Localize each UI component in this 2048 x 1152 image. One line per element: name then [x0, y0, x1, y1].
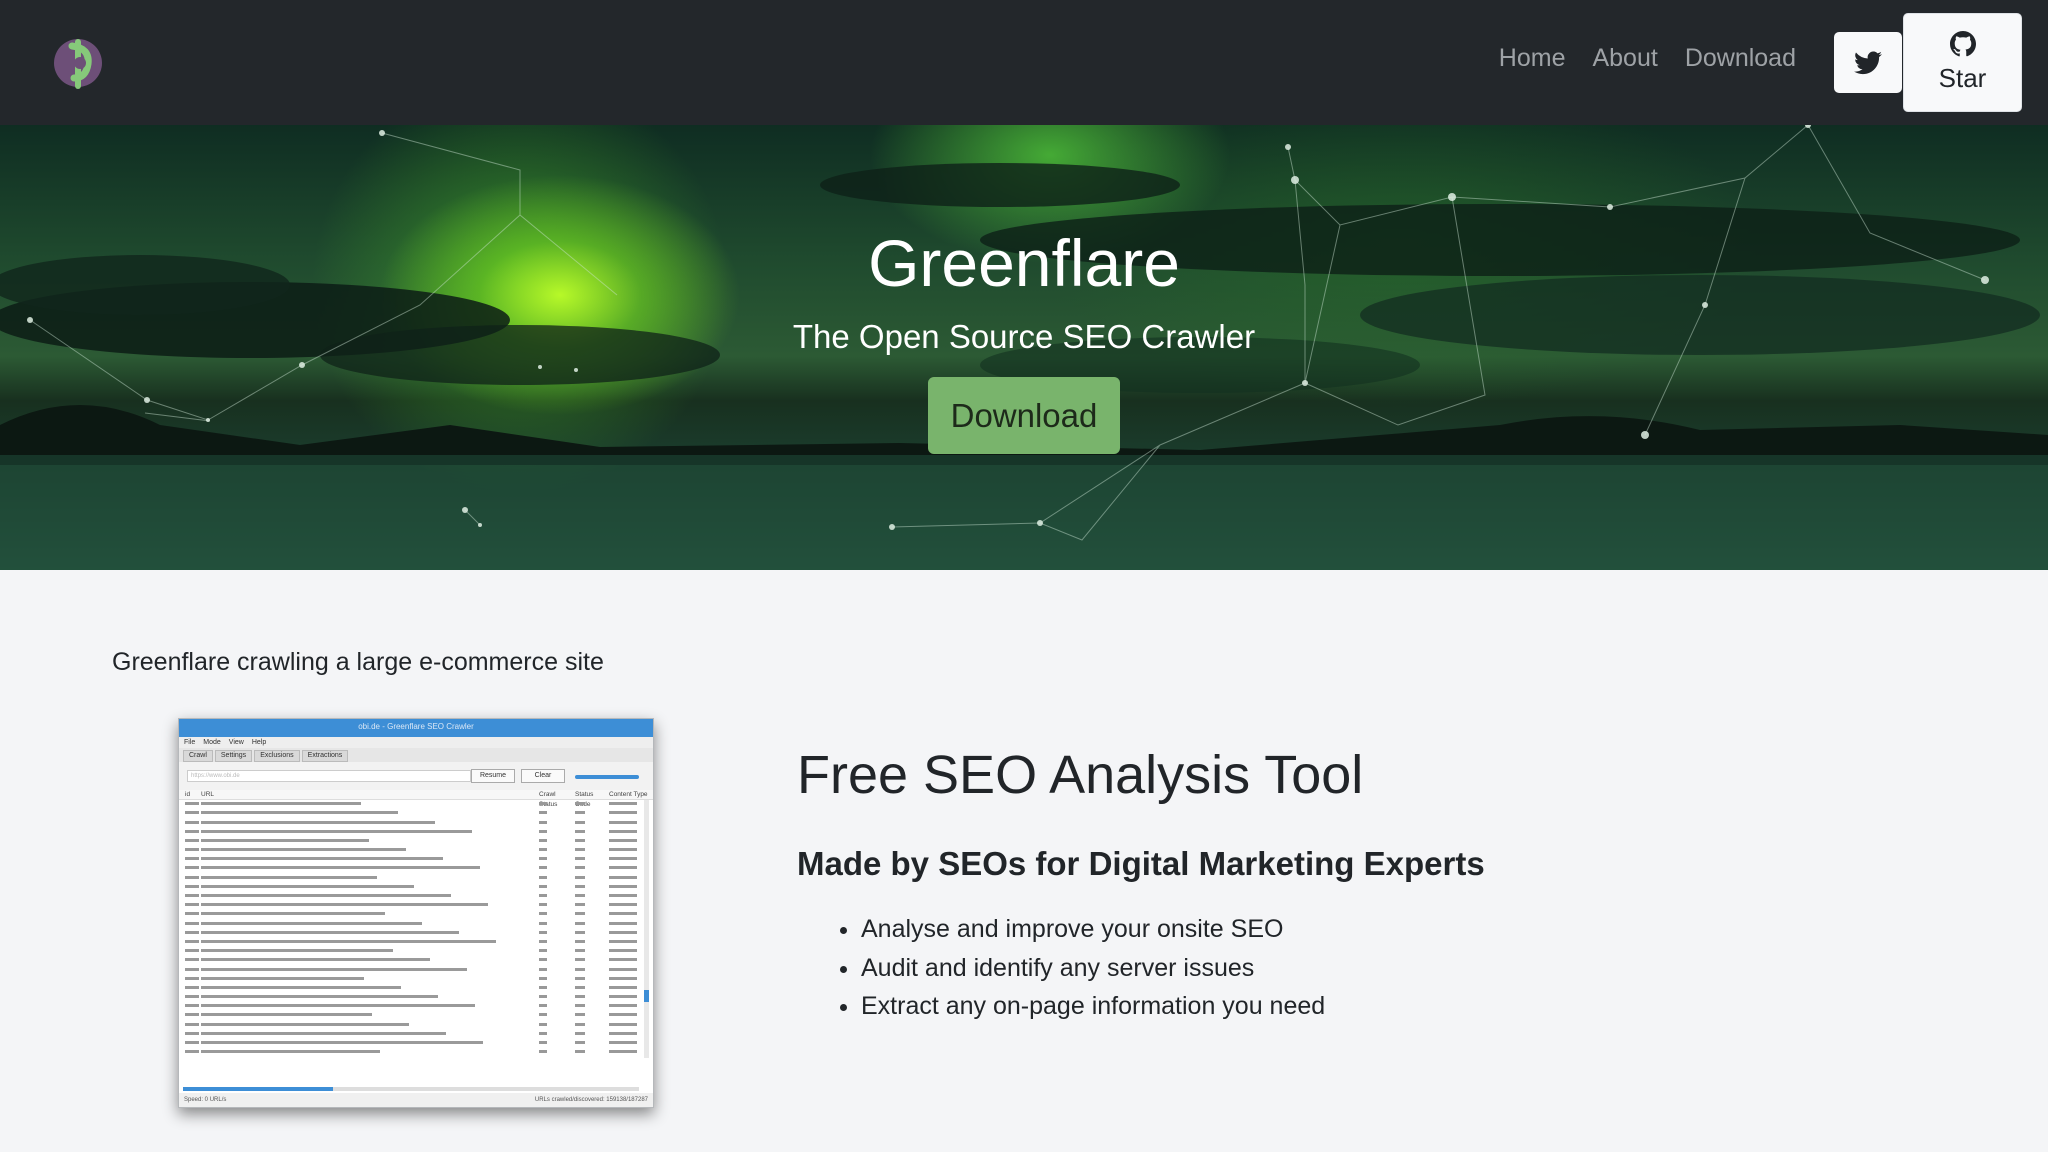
screenshot-table-row — [179, 800, 653, 809]
screenshot-table-row — [179, 975, 653, 984]
screenshot-status-right: URLs crawled/discovered: 159138/187287 — [534, 1097, 648, 1103]
feature-subtitle: Made by SEOs for Digital Marketing Exper… — [797, 845, 1485, 882]
screenshot-resume-button: Resume — [471, 769, 515, 783]
screenshot-col-url: URL — [201, 791, 215, 798]
hero-subtitle: The Open Source SEO Crawler — [792, 318, 1256, 355]
screenshot-tabs: Crawl Settings Exclusions Extractions — [179, 748, 653, 762]
screenshot-table-row — [179, 883, 653, 892]
github-icon — [1949, 31, 1976, 57]
twitter-button[interactable] — [1834, 32, 1902, 93]
hero-download-button[interactable]: Download — [928, 377, 1120, 454]
screenshot-caption: Greenflare crawling a large e-commerce s… — [112, 648, 604, 676]
screenshot-table-row — [179, 1002, 653, 1011]
feature-title: Free SEO Analysis Tool — [797, 745, 1364, 805]
screenshot-menubar: File Mode View Help — [179, 737, 653, 748]
screenshot-toolbar: https://www.obi.de Resume Clear — [179, 762, 653, 790]
screenshot-table-row — [179, 1039, 653, 1048]
screenshot-statusbar: Speed: 0 URL/s URLs crawled/discovered: … — [179, 1093, 653, 1107]
screenshot-tab: Exclusions — [254, 750, 300, 762]
screenshot-tab: Extractions — [301, 750, 349, 762]
screenshot-col-crawl-status: Crawl Status — [539, 791, 558, 808]
feature-list: Analyse and improve your onsite SEO Audi… — [861, 912, 1325, 1028]
screenshot-table-row — [179, 837, 653, 846]
screenshot-col-status-code: Status Code — [575, 791, 594, 808]
hero-title: Greenflare — [868, 226, 1180, 300]
screenshot-menu-item: Mode — [203, 739, 221, 746]
screenshot-table-header: id URL Crawl Status Status Code Content … — [179, 790, 653, 808]
screenshot-progress-bar — [575, 775, 639, 779]
screenshot-table-row — [179, 874, 653, 883]
screenshot-table-row — [179, 956, 653, 965]
screenshot-table-row — [179, 1030, 653, 1039]
feature-item: Analyse and improve your onsite SEO — [861, 912, 1325, 951]
nav-links: Home About Download — [1499, 44, 1796, 73]
screenshot-table-row — [179, 919, 653, 928]
screenshot-table-rows — [179, 800, 653, 1058]
screenshot-table-row — [179, 993, 653, 1002]
screenshot-table-row — [179, 1011, 653, 1020]
screenshot-table-row — [179, 855, 653, 864]
screenshot-col-id: id — [185, 791, 191, 798]
screenshot-scrollbar-thumb — [644, 990, 649, 1002]
screenshot-progress-fill — [183, 1087, 333, 1091]
screenshot-table-row — [179, 864, 653, 873]
screenshot-table-row — [179, 938, 653, 947]
screenshot-window-title: obi.de - Greenflare SEO Crawler — [358, 722, 474, 731]
screenshot-table-row — [179, 828, 653, 837]
nav-about-link[interactable]: About — [1592, 44, 1657, 73]
screenshot-table-row — [179, 1048, 653, 1057]
feature-item: Audit and identify any server issues — [861, 951, 1325, 990]
screenshot-menu-item: Help — [251, 739, 267, 746]
screenshot-tab: Crawl — [183, 750, 213, 762]
screenshot-menu-item: View — [228, 739, 244, 746]
screenshot-table-row — [179, 910, 653, 919]
greenflare-logo-icon[interactable] — [52, 34, 104, 92]
screenshot-status-left: Speed: 0 URL/s — [184, 1097, 227, 1103]
screenshot-titlebar: obi.de - Greenflare SEO Crawler — [179, 719, 653, 737]
screenshot-table-row — [179, 1021, 653, 1030]
screenshot-scrollbar — [644, 800, 649, 1058]
screenshot-url-field: https://www.obi.de — [187, 770, 471, 782]
screenshot-tab: Settings — [214, 750, 253, 762]
app-screenshot-image: obi.de - Greenflare SEO Crawler File Mod… — [178, 718, 654, 1108]
screenshot-table-row — [179, 947, 653, 956]
github-star-button[interactable]: Star — [1903, 13, 2022, 112]
screenshot-menu-item: File — [184, 739, 196, 746]
twitter-icon — [1854, 50, 1882, 74]
screenshot-table-row — [179, 818, 653, 827]
screenshot-clear-button: Clear — [521, 769, 565, 783]
screenshot-table-row — [179, 892, 653, 901]
nav-download-link[interactable]: Download — [1685, 44, 1796, 73]
navbar: Home About Download Star — [0, 0, 2048, 125]
screenshot-table-row — [179, 965, 653, 974]
nav-home-link[interactable]: Home — [1499, 44, 1566, 73]
screenshot-table-row — [179, 984, 653, 993]
screenshot-table-row — [179, 929, 653, 938]
screenshot-col-content-type: Content Type — [609, 791, 648, 798]
screenshot-table-row — [179, 809, 653, 818]
star-label: Star — [1938, 63, 1987, 93]
hero-banner: Greenflare The Open Source SEO Crawler D… — [0, 125, 2048, 570]
screenshot-table-row — [179, 901, 653, 910]
feature-item: Extract any on-page information you need — [861, 989, 1325, 1028]
screenshot-table-row — [179, 846, 653, 855]
